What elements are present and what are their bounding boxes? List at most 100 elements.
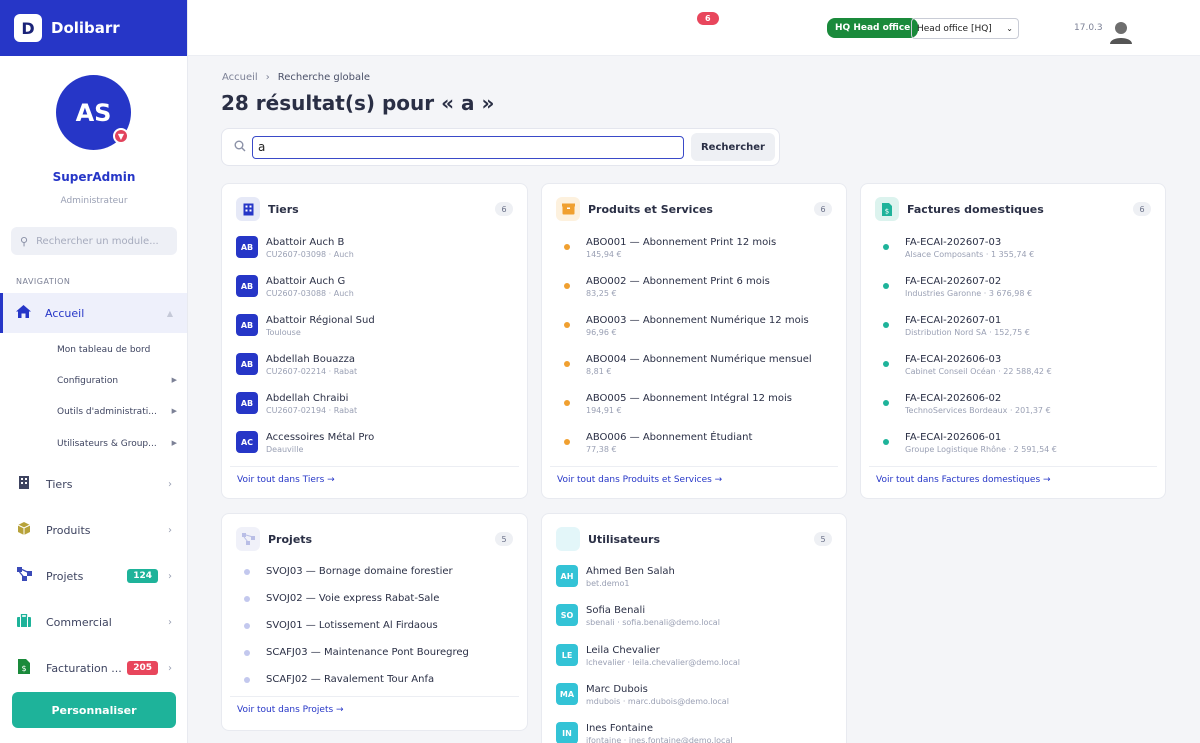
item-title: ABO002 — Abonnement Print 6 mois xyxy=(586,276,770,287)
list-item[interactable]: AB Abattoir Auch G CU2607-03088 · Auch xyxy=(236,275,513,305)
notification-badge[interactable]: 6 xyxy=(697,12,719,25)
list-item[interactable]: SVOJ02 — Voie express Rabat-Sale xyxy=(236,592,513,622)
list-item[interactable]: ABO006 — Abonnement Étudiant 77,38 € xyxy=(556,431,832,461)
search-input[interactable]: a xyxy=(252,136,684,159)
initials-badge: MA xyxy=(556,683,578,705)
card-count-badge: 6 xyxy=(814,202,832,216)
list-item[interactable]: SCAFJ02 — Ravalement Tour Anfa xyxy=(236,673,513,703)
list-item[interactable]: ABO004 — Abonnement Numérique mensuel 8,8… xyxy=(556,353,832,383)
subitem-label: Mon tableau de bord xyxy=(57,345,151,355)
card-title: Projets xyxy=(268,532,313,546)
list-item[interactable]: FA-ECAI-202606-03 Cabinet Conseil Océan ·… xyxy=(875,353,1151,383)
page-title: 28 résultat(s) pour « a » xyxy=(221,91,495,115)
list-item[interactable]: IN Ines Fontaine ifontaine · ines.fontaine… xyxy=(556,722,832,743)
global-search-bar: a Rechercher xyxy=(221,128,780,166)
list-item[interactable]: ABO005 — Abonnement Intégral 12 mois 194,… xyxy=(556,392,832,422)
list-item[interactable]: ABO003 — Abonnement Numérique 12 mois 96,… xyxy=(556,314,832,344)
version-label: 17.0.3 xyxy=(1074,23,1103,33)
arrow-right-icon: → xyxy=(327,475,335,485)
sidebar-item-label: Commercial xyxy=(46,615,112,629)
sidebar-subitem-users-groups[interactable]: Utilisateurs & Group... ▶ xyxy=(57,439,177,449)
see-all-link[interactable]: Voir tout dans Factures domestiques → xyxy=(876,475,1051,485)
see-all-link[interactable]: Voir tout dans Projets → xyxy=(237,705,344,715)
status-dot xyxy=(883,322,889,328)
item-title: ABO006 — Abonnement Étudiant xyxy=(586,432,753,443)
list-item[interactable]: MA Marc Dubois mdubois · marc.dubois@demo.… xyxy=(556,683,832,713)
chevron-right-icon: ▶ xyxy=(171,407,177,415)
see-all-label: Voir tout dans Tiers xyxy=(237,475,325,485)
sidebar: D Dolibarr AS ▼ SuperAdmin Administrateu… xyxy=(0,0,188,743)
entity-select[interactable]: Head office [HQ] ⌄ xyxy=(911,18,1019,39)
nav-section-title: NAVIGATION xyxy=(16,277,71,286)
list-item[interactable]: ABO001 — Abonnement Print 12 mois 145,94 … xyxy=(556,236,832,266)
list-item[interactable]: AH Ahmed Ben Salah bet.demo1 xyxy=(556,565,832,595)
sidebar-subitem-dashboard[interactable]: Mon tableau de bord xyxy=(57,345,177,355)
search-button[interactable]: Rechercher xyxy=(691,133,775,161)
item-title: Leila Chevalier xyxy=(586,645,660,656)
item-title: FA-ECAI-202606-01 xyxy=(905,432,1002,443)
item-title: FA-ECAI-202607-02 xyxy=(905,276,1002,287)
sidebar-item-label: Facturation ... xyxy=(46,661,122,675)
breadcrumb-home[interactable]: Accueil xyxy=(222,72,258,83)
results-card-tiers: Tiers 6 AB Abattoir Auch B CU2607-03098 · … xyxy=(221,183,528,499)
chevron-right-icon: › xyxy=(168,478,172,490)
box-icon xyxy=(16,521,32,539)
list-item[interactable]: LE Leila Chevalier lchevalier · leila.chev… xyxy=(556,644,832,674)
sidebar-item-produits[interactable]: Produits › xyxy=(16,520,172,540)
list-item[interactable]: FA-ECAI-202606-02 TechnoServices Bordeaux… xyxy=(875,392,1151,422)
sidebar-subitem-configuration[interactable]: Configuration ▶ xyxy=(57,376,177,386)
see-all-link[interactable]: Voir tout dans Tiers → xyxy=(237,475,335,485)
sidebar-item-label: Accueil xyxy=(45,306,85,320)
status-dot xyxy=(564,439,570,445)
arrow-right-icon: → xyxy=(1043,475,1051,485)
user-avatar-wrap[interactable]: AS ▼ xyxy=(56,75,131,150)
brand-bar[interactable]: D Dolibarr xyxy=(0,0,187,56)
list-item[interactable]: AB Abdellah Bouazza CU2607-02214 · Rabat xyxy=(236,353,513,383)
list-item[interactable]: AB Abdellah Chraibi CU2607-02194 · Rabat xyxy=(236,392,513,422)
list-item[interactable]: ABO002 — Abonnement Print 6 mois 83,25 € xyxy=(556,275,832,305)
item-title: FA-ECAI-202607-03 xyxy=(905,237,1002,248)
item-price: 8,81 € xyxy=(586,367,612,376)
item-price: 77,38 € xyxy=(586,445,617,454)
sidebar-subitem-admin-tools[interactable]: Outils d'administrati... ▶ xyxy=(57,407,177,417)
initials-badge: AC xyxy=(236,431,258,453)
module-search-input[interactable]: ⚲ Rechercher un module... xyxy=(11,227,177,255)
item-title: Ines Fontaine xyxy=(586,723,653,734)
item-title: ABO004 — Abonnement Numérique mensuel xyxy=(586,354,812,365)
see-all-link[interactable]: Voir tout dans Produits et Services → xyxy=(557,475,722,485)
sidebar-item-accueil[interactable]: Accueil ▲ xyxy=(0,293,187,333)
item-subtitle: CU2607-03098 · Auch xyxy=(266,250,354,259)
sidebar-item-projets[interactable]: Projets 124 › xyxy=(16,566,172,586)
list-item[interactable]: FA-ECAI-202607-02 Industries Garonne · 3 … xyxy=(875,275,1151,305)
list-item[interactable]: FA-ECAI-202606-01 Groupe Logistique Rhône… xyxy=(875,431,1151,461)
entity-pill[interactable]: HQ Head office xyxy=(827,18,919,38)
arrow-right-icon: → xyxy=(336,705,344,715)
sidebar-item-facturation[interactable]: $ Facturation ... 205 › xyxy=(16,658,172,678)
item-subtitle: Distribution Nord SA · 152,75 € xyxy=(905,328,1030,337)
user-avatar-icon[interactable] xyxy=(1109,20,1133,44)
divider xyxy=(550,466,838,467)
list-item[interactable]: AB Abattoir Auch B CU2607-03098 · Auch xyxy=(236,236,513,266)
list-item[interactable]: SO Sofia Benali sbenali · sofia.benali@dem… xyxy=(556,604,832,634)
chevron-down-icon[interactable]: ▼ xyxy=(113,128,129,144)
status-dot xyxy=(564,244,570,250)
list-item[interactable]: SVOJ03 — Bornage domaine forestier xyxy=(236,565,513,595)
list-item[interactable]: FA-ECAI-202607-01 Distribution Nord SA · … xyxy=(875,314,1151,344)
sidebar-item-commercial[interactable]: Commercial › xyxy=(16,612,172,632)
card-header: Projets 5 xyxy=(236,527,513,551)
module-search-placeholder: Rechercher un module... xyxy=(36,235,159,247)
sidebar-item-tiers[interactable]: Tiers › xyxy=(16,474,172,494)
item-subtitle: CU2607-02194 · Rabat xyxy=(266,406,358,415)
list-item[interactable]: SCAFJ03 — Maintenance Pont Bouregreg xyxy=(236,646,513,676)
list-item[interactable]: FA-ECAI-202607-03 Alsace Composants · 1 3… xyxy=(875,236,1151,266)
card-title: Factures domestiques xyxy=(907,202,1044,216)
list-item[interactable]: SVOJ01 — Lotissement Al Firdaous xyxy=(236,619,513,649)
card-title: Utilisateurs xyxy=(588,532,660,546)
entity-select-value: Head office [HQ] xyxy=(917,23,992,34)
list-item[interactable]: AB Abattoir Régional Sud Toulouse xyxy=(236,314,513,344)
list-item[interactable]: AC Accessoires Métal Pro Deauville xyxy=(236,431,513,461)
app-name: Dolibarr xyxy=(51,19,120,37)
project-icon xyxy=(236,527,260,551)
chevron-right-icon: › xyxy=(168,616,172,628)
customize-button[interactable]: Personnaliser xyxy=(12,692,176,728)
